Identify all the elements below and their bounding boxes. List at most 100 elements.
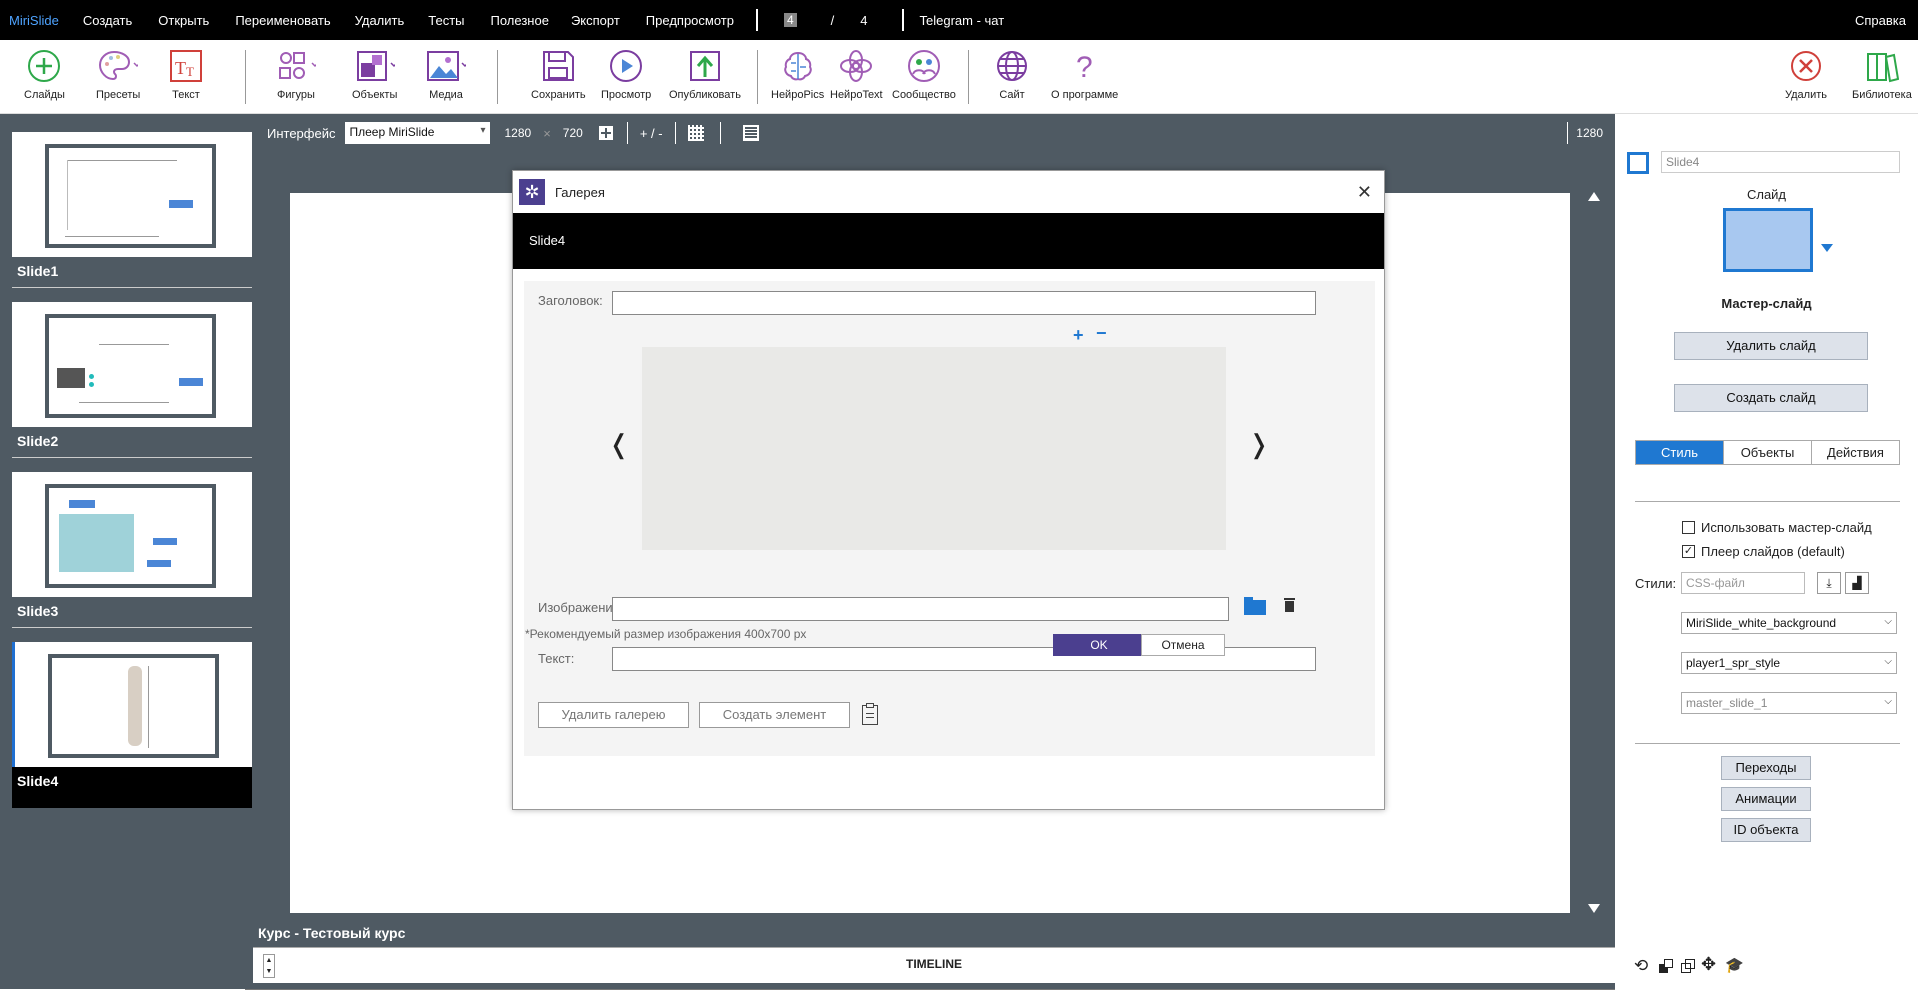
menu-divider bbox=[755, 9, 758, 31]
next-arrow-button[interactable]: ❭ bbox=[1248, 429, 1270, 460]
community-icon bbox=[904, 46, 944, 86]
player-checkbox[interactable]: ✓ bbox=[1682, 545, 1695, 558]
media-button[interactable]: Медиа bbox=[426, 40, 466, 114]
grid-icon[interactable] bbox=[687, 125, 704, 141]
style-select-2[interactable]: player1_spr_style ⌵ bbox=[1681, 652, 1897, 674]
object-id-button[interactable]: ID объекта bbox=[1721, 818, 1811, 842]
toolbar-divider bbox=[626, 122, 628, 144]
right-width-value: 1280 bbox=[1576, 126, 1603, 140]
media-label: Медиа bbox=[429, 89, 463, 101]
menu-open[interactable]: Открыть bbox=[158, 13, 209, 28]
refresh-icon[interactable]: ⟲ bbox=[1634, 956, 1648, 976]
scroll-down-icon[interactable] bbox=[1588, 904, 1600, 913]
trash-icon[interactable] bbox=[1284, 598, 1295, 612]
use-master-checkbox[interactable] bbox=[1682, 521, 1695, 534]
help-menu[interactable]: Справка bbox=[1855, 13, 1906, 28]
slide-width-input[interactable]: 1280 bbox=[504, 126, 531, 140]
presets-button[interactable]: Пресеты bbox=[96, 40, 140, 114]
fit-size-icon[interactable] bbox=[598, 126, 613, 140]
brand-menu[interactable]: MiriSlide bbox=[9, 13, 59, 28]
telegram-chat-link[interactable]: Telegram - чат bbox=[920, 13, 1005, 28]
community-button[interactable]: Сообщество bbox=[892, 40, 956, 114]
close-icon[interactable]: ✕ bbox=[1357, 182, 1372, 203]
menu-create[interactable]: Создать bbox=[83, 13, 132, 28]
css-file-input[interactable]: CSS-файл bbox=[1681, 572, 1805, 594]
image-input[interactable] bbox=[612, 597, 1229, 621]
download-icon[interactable]: ⤓ bbox=[1817, 572, 1841, 594]
timeline-label[interactable]: TIMELINE bbox=[253, 957, 1615, 971]
tab-style[interactable]: Стиль bbox=[1636, 441, 1723, 464]
save-button[interactable]: Сохранить bbox=[531, 40, 586, 114]
menu-useful[interactable]: Полезное bbox=[491, 13, 549, 28]
prev-arrow-button[interactable]: ❬ bbox=[608, 429, 630, 460]
guides-icon[interactable] bbox=[742, 125, 759, 141]
add-image-button[interactable]: + bbox=[1073, 325, 1084, 346]
objects-label: Объекты bbox=[352, 89, 398, 101]
interface-label: Интерфейс bbox=[267, 125, 336, 141]
text-button[interactable]: TT Текст bbox=[166, 40, 206, 114]
neurotext-button[interactable]: НейроText bbox=[830, 40, 883, 114]
remove-image-button[interactable]: − bbox=[1096, 323, 1107, 344]
ok-button[interactable]: OK bbox=[1053, 634, 1145, 656]
slide-name: Slide3 bbox=[17, 603, 59, 619]
objects-button[interactable]: Объекты bbox=[352, 40, 397, 114]
slide-color-swatch[interactable] bbox=[1723, 208, 1813, 272]
create-slide-button[interactable]: Создать слайд bbox=[1674, 384, 1868, 412]
preview-button[interactable]: Просмотр bbox=[601, 40, 651, 114]
style-select-3[interactable]: master_slide_1 ⌵ bbox=[1681, 692, 1897, 714]
slide-thumbnail-active[interactable]: Slide4 bbox=[12, 642, 252, 808]
tab-objects[interactable]: Объекты bbox=[1723, 441, 1811, 464]
site-button[interactable]: Сайт bbox=[992, 40, 1032, 114]
delete-button[interactable]: Удалить bbox=[1785, 40, 1827, 114]
style-select-3-value: master_slide_1 bbox=[1686, 696, 1768, 710]
shapes-button[interactable]: Фигуры bbox=[276, 40, 316, 114]
slide-height-input[interactable]: 720 bbox=[563, 126, 583, 140]
interface-select[interactable]: Плеер MiriSlide ▾ bbox=[345, 122, 491, 144]
scroll-up-icon[interactable] bbox=[1588, 192, 1600, 201]
slide-preview bbox=[12, 472, 252, 597]
page-separator: / bbox=[830, 12, 835, 28]
menu-tests[interactable]: Тесты bbox=[428, 13, 464, 28]
slide-thumbnail[interactable]: Slide1 bbox=[12, 132, 252, 302]
menu-preview[interactable]: Предпросмотр bbox=[646, 13, 734, 28]
zoom-controls[interactable]: + / - bbox=[640, 126, 663, 141]
create-element-button[interactable]: Создать элемент bbox=[699, 702, 850, 728]
clipboard-icon[interactable] bbox=[862, 703, 878, 725]
copy-style-icon[interactable] bbox=[1681, 959, 1695, 973]
divider bbox=[1635, 501, 1900, 502]
slide-select-checkbox[interactable] bbox=[1627, 152, 1649, 174]
page-current-input[interactable]: 4 bbox=[783, 13, 797, 27]
menu-rename[interactable]: Переименовать bbox=[235, 13, 330, 28]
slide-name-input[interactable]: Slide4 bbox=[1661, 151, 1900, 173]
arrange-icon[interactable] bbox=[1659, 959, 1673, 973]
animations-button[interactable]: Анимации bbox=[1721, 787, 1811, 811]
library-button[interactable]: Библиотека bbox=[1852, 40, 1912, 114]
cancel-button[interactable]: Отмена bbox=[1141, 634, 1225, 656]
menu-delete[interactable]: Удалить bbox=[355, 13, 405, 28]
slides-button[interactable]: Слайды bbox=[24, 40, 65, 114]
image-size-hint: *Рекомендуемый размер изображения 400x70… bbox=[525, 627, 807, 641]
slide-thumbnail[interactable]: Slide3 bbox=[12, 472, 252, 642]
about-button[interactable]: ? О программе bbox=[1051, 40, 1118, 114]
brush-icon[interactable]: ▟ bbox=[1845, 572, 1869, 594]
gallery-logo-icon: ✲ bbox=[519, 179, 545, 205]
tab-actions[interactable]: Действия bbox=[1811, 441, 1899, 464]
slide-thumbnail[interactable]: Slide2 bbox=[12, 302, 252, 472]
heading-input[interactable] bbox=[612, 291, 1316, 315]
toolbar-divider bbox=[245, 50, 246, 104]
delete-slide-button[interactable]: Удалить слайд bbox=[1674, 332, 1868, 360]
transitions-button[interactable]: Переходы bbox=[1721, 756, 1811, 780]
chevron-down-icon[interactable] bbox=[1821, 244, 1833, 252]
menu-export[interactable]: Экспорт bbox=[571, 13, 620, 28]
presets-label: Пресеты bbox=[96, 89, 141, 101]
move-icon[interactable]: ✥ bbox=[1701, 954, 1716, 975]
publish-button[interactable]: Опубликовать bbox=[669, 40, 741, 114]
slide-name: Slide2 bbox=[17, 433, 59, 449]
neuropics-button[interactable]: НейроPics bbox=[771, 40, 824, 114]
delete-gallery-button[interactable]: Удалить галерею bbox=[538, 702, 689, 728]
site-label: Сайт bbox=[999, 89, 1025, 101]
style-select-1[interactable]: MiriSlide_white_background ⌵ bbox=[1681, 612, 1897, 634]
folder-icon[interactable] bbox=[1244, 597, 1266, 615]
graduation-cap-icon[interactable]: 🎓 bbox=[1725, 956, 1744, 974]
toolbar-divider bbox=[1567, 122, 1569, 144]
